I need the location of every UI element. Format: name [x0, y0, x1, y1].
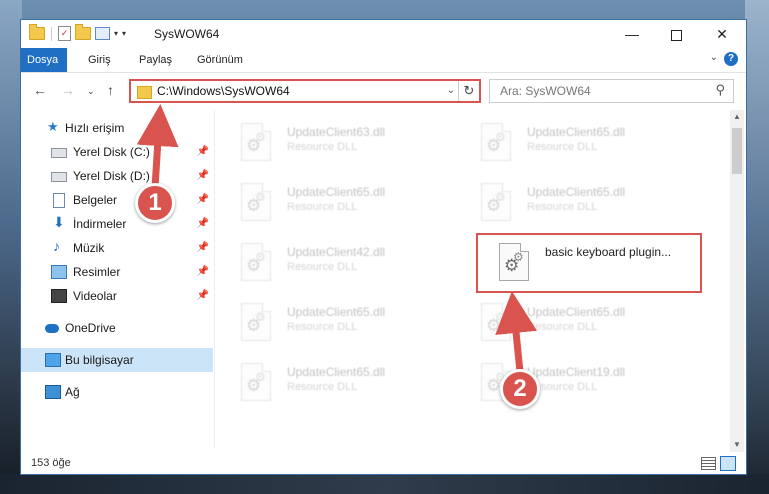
step-badge-2: 2 — [500, 369, 540, 409]
step-badge-1: 1 — [135, 183, 175, 223]
annotation-arrows — [136, 104, 537, 373]
arrow-to-file — [495, 291, 537, 373]
arrow-to-address-bar — [136, 104, 179, 188]
